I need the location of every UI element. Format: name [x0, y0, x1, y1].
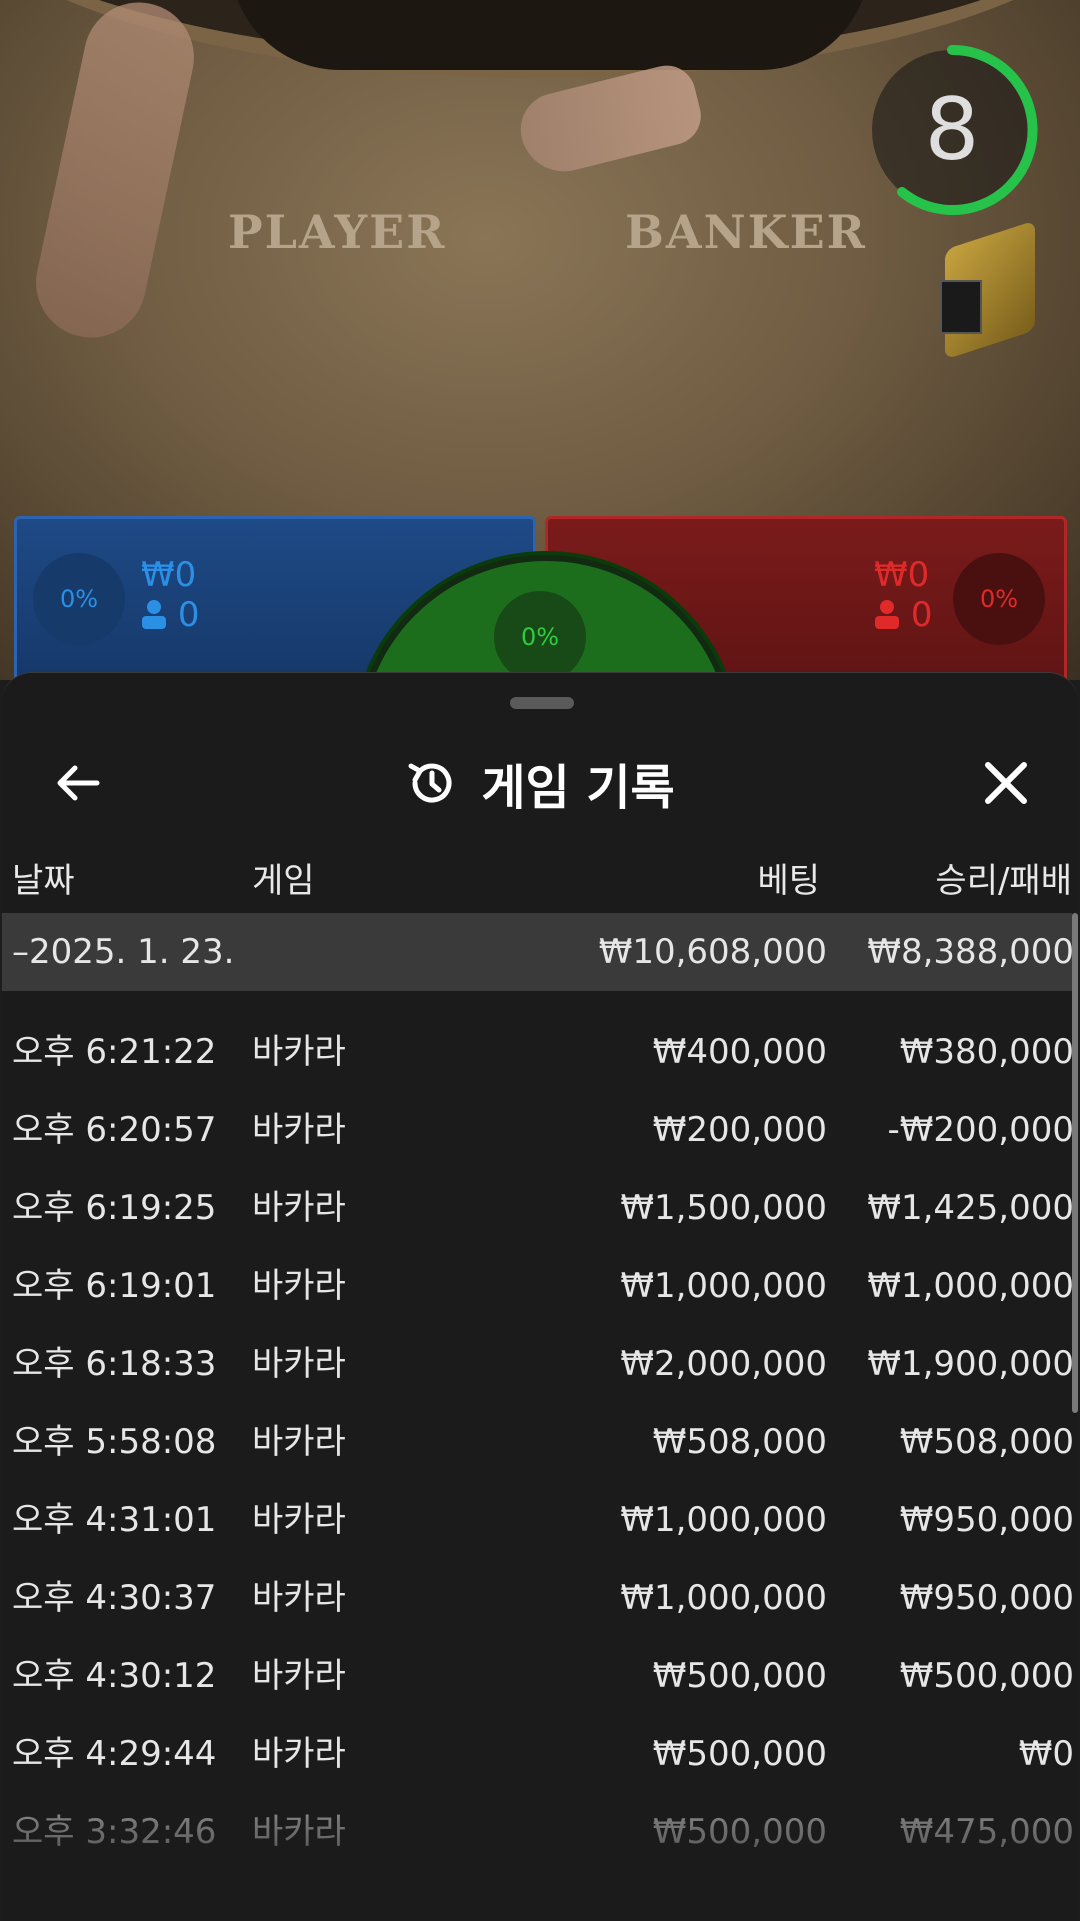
row-time: 오후 6:19:25: [12, 1188, 217, 1228]
banker-bettors: 0: [874, 595, 932, 635]
history-icon: [408, 763, 452, 803]
row-bet: ₩1,000,000: [620, 1578, 827, 1618]
row-winloss: ₩380,000: [899, 1032, 1074, 1072]
banker-percent: 0%: [953, 553, 1045, 645]
column-header-bet: 베팅: [757, 861, 820, 901]
banker-bettors-count: 0: [910, 595, 933, 635]
row-winloss: ₩950,000: [899, 1578, 1074, 1618]
row-bet: ₩1,000,000: [620, 1266, 827, 1306]
table-row[interactable]: 오후 6:19:01 바카라 ₩1,000,000 ₩1,000,000: [2, 1247, 1074, 1325]
card-shoe-slot: [940, 280, 982, 334]
row-time: 오후 6:20:57: [12, 1110, 217, 1150]
day-group-row[interactable]: –2025. 1. 23. ₩10,608,000 ₩8,388,000: [2, 913, 1074, 991]
row-bet: ₩500,000: [652, 1656, 827, 1696]
row-game: 바카라: [252, 1422, 346, 1462]
row-winloss: ₩0: [1018, 1734, 1074, 1774]
row-bet: ₩1,000,000: [620, 1500, 827, 1540]
banker-amount: ₩0: [874, 555, 930, 595]
sheet-title: 게임 기록: [481, 760, 675, 816]
row-winloss: ₩475,000: [899, 1812, 1074, 1852]
table-row[interactable]: 오후 6:18:33 바카라 ₩2,000,000 ₩1,900,000: [2, 1325, 1074, 1403]
player-bettors-count: 0: [177, 595, 200, 635]
table-row[interactable]: 오후 4:30:37 바카라 ₩1,000,000 ₩950,000: [2, 1559, 1074, 1637]
table-row[interactable]: 오후 4:30:12 바카라 ₩500,000 ₩500,000: [2, 1637, 1074, 1715]
felt-label-banker: BANKER: [625, 205, 867, 259]
row-game: 바카라: [252, 1344, 346, 1384]
close-icon: [985, 762, 1027, 804]
row-time: 오후 4:30:12: [12, 1656, 217, 1696]
timer-value: 8: [924, 80, 980, 180]
row-time: 오후 6:18:33: [12, 1344, 217, 1384]
row-time: 오후 4:31:01: [12, 1500, 217, 1540]
row-bet: ₩1,500,000: [620, 1188, 827, 1228]
row-time: 오후 6:19:01: [12, 1266, 217, 1306]
group-bet-total: ₩10,608,000: [598, 932, 827, 972]
row-bet: ₩500,000: [652, 1734, 827, 1774]
table-row[interactable]: 오후 6:21:22 바카라 ₩400,000 ₩380,000: [2, 1013, 1074, 1091]
row-game: 바카라: [252, 1812, 346, 1852]
row-bet: ₩500,000: [652, 1812, 827, 1852]
player-amount: ₩0: [141, 555, 197, 595]
row-winloss: -₩200,000: [887, 1110, 1075, 1150]
user-icon: [875, 600, 899, 629]
column-header-date: 날짜: [12, 861, 75, 901]
row-time: 오후 3:32:46: [12, 1812, 217, 1852]
tie-percent: 0%: [494, 591, 586, 680]
table-row[interactable]: 오후 4:31:01 바카라 ₩1,000,000 ₩950,000: [2, 1481, 1074, 1559]
user-icon: [142, 600, 166, 629]
row-bet: ₩508,000: [652, 1422, 827, 1462]
row-game: 바카라: [252, 1110, 346, 1150]
table-row[interactable]: 오후 6:20:57 바카라 ₩200,000 -₩200,000: [2, 1091, 1075, 1169]
row-game: 바카라: [252, 1656, 346, 1696]
table-row[interactable]: 오후 5:58:08 바카라 ₩508,000 ₩508,000: [2, 1403, 1074, 1481]
row-winloss: ₩1,425,000: [867, 1188, 1074, 1228]
group-date: –2025. 1. 23.: [12, 932, 235, 972]
row-time: 오후 6:21:22: [12, 1032, 217, 1072]
column-header-game: 게임: [252, 861, 315, 901]
row-winloss: ₩508,000: [899, 1422, 1074, 1462]
row-bet: ₩2,000,000: [620, 1344, 827, 1384]
row-bet: ₩200,000: [652, 1110, 827, 1150]
row-game: 바카라: [252, 1734, 346, 1774]
table-row[interactable]: 오후 6:19:25 바카라 ₩1,500,000 ₩1,425,000: [2, 1169, 1074, 1247]
live-video-feed: PLAYER BANKER 8 0% ₩0 0 ₩0 0 0% 0%: [0, 0, 1080, 680]
dealer-arm: [25, 0, 205, 348]
row-game: 바카라: [252, 1032, 346, 1072]
column-header-winloss: 승리/패배: [935, 861, 1072, 901]
row-winloss: ₩500,000: [899, 1656, 1074, 1696]
felt-label-player: PLAYER: [228, 205, 447, 259]
row-time: 오후 5:58:08: [12, 1422, 217, 1462]
player-percent: 0%: [33, 553, 125, 645]
sheet-drag-handle[interactable]: [510, 697, 574, 709]
table-row[interactable]: 오후 4:29:44 바카라 ₩500,000 ₩0: [2, 1715, 1074, 1793]
row-game: 바카라: [252, 1266, 346, 1306]
group-winloss-total: ₩8,388,000: [867, 932, 1074, 972]
dealer: [230, 0, 870, 70]
row-time: 오후 4:29:44: [12, 1734, 217, 1774]
row-game: 바카라: [252, 1188, 346, 1228]
table-row[interactable]: 오후 3:32:46 바카라 ₩500,000 ₩475,000: [2, 1793, 1074, 1871]
row-winloss: ₩1,000,000: [867, 1266, 1074, 1306]
row-winloss: ₩1,900,000: [867, 1344, 1074, 1384]
row-game: 바카라: [252, 1500, 346, 1540]
close-button[interactable]: [956, 733, 1056, 833]
row-winloss: ₩950,000: [899, 1500, 1074, 1540]
row-game: 바카라: [252, 1578, 346, 1618]
scrollbar[interactable]: [1072, 913, 1078, 1413]
player-bettors: 0: [141, 595, 199, 635]
row-bet: ₩400,000: [652, 1032, 827, 1072]
game-history-sheet: 게임 기록 날짜 게임 베팅 승리/패배 –2025. 1. 23. ₩10,6…: [2, 672, 1078, 1921]
countdown-timer: 8: [862, 40, 1042, 220]
row-time: 오후 4:30:37: [12, 1578, 217, 1618]
sheet-header: 게임 기록: [2, 733, 1078, 833]
